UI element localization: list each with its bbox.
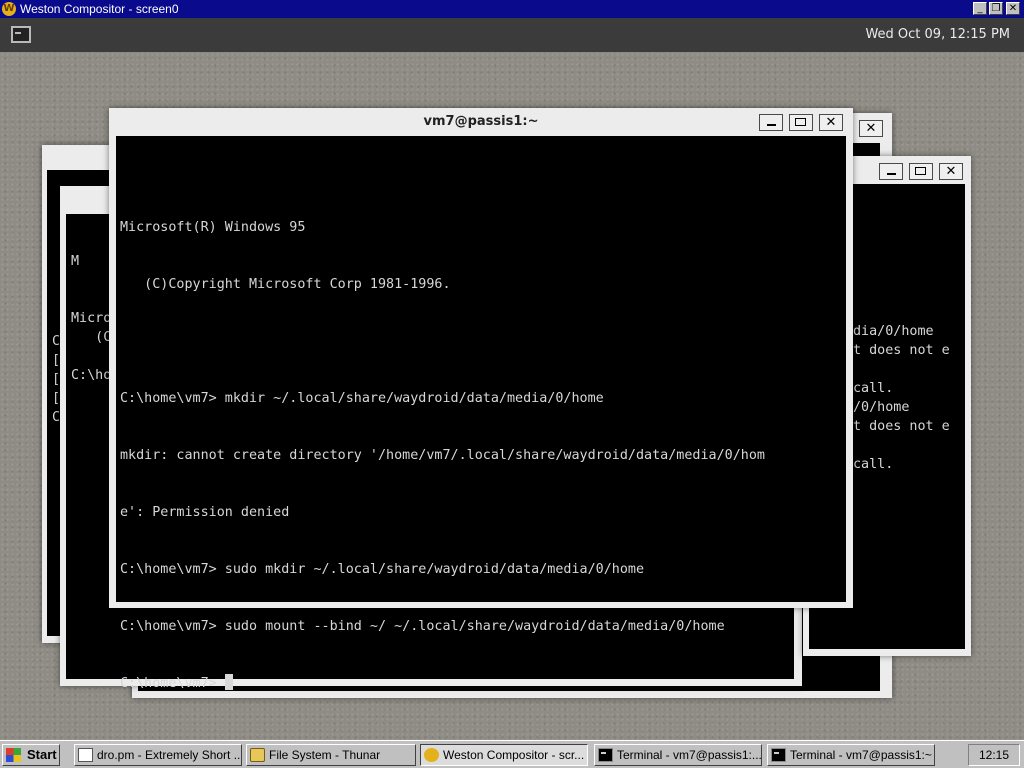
outer-close-button[interactable]: ✕ [1006,2,1020,15]
terminal-line: Microsoft(R) Windows 95 [120,220,306,235]
text-cursor [224,674,233,690]
main-minimize-button[interactable] [759,114,783,131]
terminal-line: mkdir: cannot create directory '/home/vm… [120,448,765,463]
right-terminal-text: dia/0/home t does not e call./0/home t doe… [853,324,950,472]
folder-icon [250,748,265,762]
terminal-line: e': Permission denied [120,505,290,520]
taskbar-item-thunar[interactable]: File System - Thunar [246,744,416,766]
windows-flag-icon [6,748,21,762]
terminal-window-main[interactable]: vm7@passis1:~ ✕ Microsoft(R) Windows 95 … [109,108,853,691]
wayland-icon [424,748,439,762]
terminal-icon [598,748,613,762]
system-tray-clock[interactable]: 12:15 [968,744,1020,766]
terminal-line: C:\home\vm7> sudo mount --bind ~/ ~/.loc… [120,619,725,634]
terminal-line: (C)Copyright Microsoft Corp 1981-1996. [120,277,451,292]
start-button[interactable]: Start [2,744,60,766]
terminal-prompt-line[interactable]: C:\home\vm7> [120,674,765,693]
main-close-button[interactable]: ✕ [819,114,843,131]
outer-restore-button[interactable]: ❐ [989,2,1003,15]
taskbar-item-terminal-2[interactable]: Terminal - vm7@passis1:~ [767,744,935,766]
right-minimize-button[interactable] [879,163,903,180]
document-icon [78,748,93,762]
taskbar-item-dropm[interactable]: dro.pm - Extremely Short ... [74,744,242,766]
taskbar: Start dro.pm - Extremely Short ... File … [0,740,1024,768]
weston-panel: Wed Oct 09, 12:15 PM [0,18,1024,52]
terminal-line: C:\home\vm7> sudo mkdir ~/.local/share/w… [120,562,645,577]
outer-window-title: Weston Compositor - screen0 [20,2,179,16]
taskbar-item-weston[interactable]: Weston Compositor - scr... [420,744,588,766]
panel-clock: Wed Oct 09, 12:15 PM [865,27,1010,42]
outer-minimize-button[interactable]: _ [973,2,987,15]
right-close-button[interactable]: ✕ [939,163,963,180]
main-terminal-title: vm7@passis1:~ [423,114,539,129]
back-close-button[interactable]: ✕ [859,120,883,137]
main-maximize-button[interactable] [789,114,813,131]
terminal-line: C:\home\vm7> mkdir ~/.local/share/waydro… [120,391,604,406]
weston-logo-icon: W [2,2,16,16]
terminal-icon [771,748,786,762]
taskbar-item-terminal-1[interactable]: Terminal - vm7@passis1:... [594,744,762,766]
terminal-launcher-icon[interactable] [11,26,31,43]
terminal-prompt: C:\home\vm7> [120,676,225,691]
outer-window-titlebar[interactable]: W Weston Compositor - screen0 _ ❐ ✕ [0,0,1024,18]
main-terminal-output: Microsoft(R) Windows 95 (C)Copyright Mic… [120,180,765,731]
right-maximize-button[interactable] [909,163,933,180]
main-terminal-screen[interactable]: Microsoft(R) Windows 95 (C)Copyright Mic… [116,136,846,691]
